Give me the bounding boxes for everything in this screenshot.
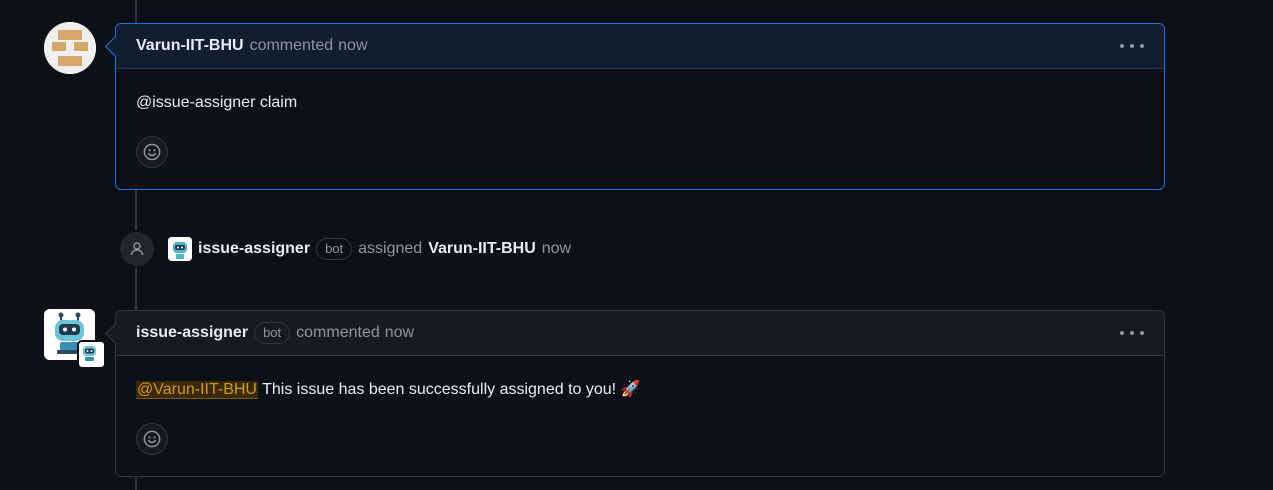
comment1-time[interactable]: now (338, 37, 367, 55)
comment1-text: @issue-assigner claim (136, 94, 298, 111)
comment1-box: Varun-IIT-BHU commented now @issue-assig… (104, 23, 1165, 190)
comment1-more-options-icon[interactable] (1120, 38, 1144, 54)
smiley-icon (143, 430, 161, 448)
comment1-avatar-link[interactable] (44, 22, 96, 74)
comment2-header: issue-assigner bot commented now (104, 311, 1164, 356)
event-target[interactable]: Varun-IIT-BHU (428, 240, 536, 258)
comment1-arrow (104, 35, 127, 58)
comment2-action: commented (296, 324, 380, 341)
comment2-avatar-link[interactable] (44, 309, 106, 369)
smiley-icon (143, 143, 161, 161)
comment2-message: This issue has been successfully assigne… (257, 381, 641, 398)
comment2-author[interactable]: issue-assigner (136, 324, 248, 342)
comment1-action: commented (249, 37, 334, 54)
comment2-more-options-icon[interactable] (1120, 325, 1144, 341)
comment1-header: Varun-IIT-BHU commented now (104, 24, 1164, 69)
user-mention-link[interactable]: @Varun-IIT-BHU (136, 381, 258, 399)
comment2-arrow (104, 322, 127, 345)
event-actor[interactable]: issue-assigner (198, 240, 310, 258)
comment2-body: @Varun-IIT-BHU This issue has been succe… (116, 356, 1164, 467)
comment2-time[interactable]: now (385, 324, 414, 342)
comment1-body: @issue-assigner claim (116, 69, 1164, 180)
identicon-avatar (44, 22, 96, 74)
event-time[interactable]: now (542, 240, 571, 258)
robot-mini-avatar[interactable] (168, 237, 192, 261)
robot-badge-icon (77, 340, 106, 369)
comment1-add-reaction-button[interactable] (136, 136, 168, 168)
comment2-bot-badge: bot (254, 322, 291, 344)
assignment-event: issue-assigner bot assigned Varun-IIT-BH… (118, 230, 571, 268)
comment2-text: @Varun-IIT-BHU This issue has been succe… (136, 378, 1144, 402)
person-icon (118, 230, 156, 268)
comment2-box: issue-assigner bot commented now @Varun-… (104, 310, 1165, 477)
comment2-add-reaction-button[interactable] (136, 423, 168, 455)
event-bot-badge: bot (316, 238, 353, 260)
event-action: assigned (358, 240, 423, 257)
comment1-author[interactable]: Varun-IIT-BHU (136, 37, 244, 55)
